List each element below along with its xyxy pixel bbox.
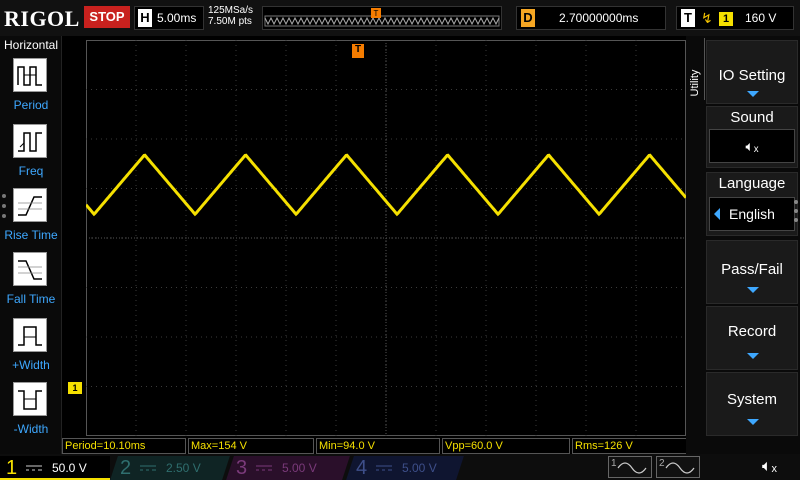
measure-fall-time-button[interactable]: Fall Time [0,252,62,316]
negative-width-icon [13,382,47,416]
channel-4-number: 4 [356,457,368,479]
waveform-display[interactable]: T 1 [68,40,700,436]
menu-pass-fail-label: Pass/Fail [721,261,783,278]
delay-letter: D [521,9,535,27]
timebase-box[interactable]: H 5.00ms [134,6,204,30]
speaker-muted-icon: 🔈︎ₓ [709,129,795,163]
channel-2-scale: 2.50 V [166,461,201,475]
menu-language-label: Language [718,175,786,192]
generator-1-number: 1 [611,458,617,469]
channel-4-scale: 5.00 V [402,461,437,475]
rising-edge-icon: ↯ [701,10,713,26]
measure-period-label: Period [13,98,49,112]
measurement-max[interactable]: Max=154 V [188,438,314,454]
language-value: English [709,197,795,231]
measure-rise-time-label: Rise Time [4,228,58,242]
ch1-offset-marker[interactable]: 1 [68,382,82,394]
timebase-value: 5.00ms [157,11,197,25]
run-stop-indicator[interactable]: STOP [84,6,130,28]
memory-depth: 7.50M pts [208,16,252,27]
freq-icon [13,124,47,158]
menu-io-setting-label: IO Setting [718,67,786,84]
trigger-position-marker[interactable]: T [352,44,364,58]
dc-coupling-icon [26,465,42,471]
menu-language[interactable]: Language English [706,172,798,236]
dc-coupling-icon [140,465,156,471]
period-icon [13,58,47,92]
trigger-box[interactable]: T ↯ 1 160 V [676,6,794,30]
memory-overview[interactable]: T [262,6,502,30]
delay-box[interactable]: D 2.70000000ms [516,6,666,30]
channel-3-status[interactable]: 3 5.00 V [226,456,350,480]
generator-2-number: 2 [659,458,665,469]
channel-3-number: 3 [236,457,248,479]
measurement-results-bar: Period=10.10ms Max=154 V Min=94.0 V Vpp=… [62,438,700,454]
trigger-letter: T [681,9,695,27]
measure-negative-width-button[interactable]: -Width [0,382,62,446]
acquisition-info: 125MSa/s 7.50M pts [208,5,253,27]
measurement-vpp[interactable]: Vpp=60.0 V [442,438,570,454]
top-status-bar: RIGOL STOP H 5.00ms 125MSa/s 7.50M pts T… [0,0,800,36]
channel-2-number: 2 [120,457,132,479]
graticule [86,40,686,436]
chevron-down-icon [747,91,759,97]
measure-positive-width-label: +Width [12,358,50,372]
measurement-min[interactable]: Min=94.0 V [316,438,440,454]
dc-coupling-icon [256,465,272,471]
measure-freq-button[interactable]: Freq [0,124,62,188]
timebase-letter: H [138,9,152,27]
sine-wave-icon [617,462,647,474]
channel-2-status[interactable]: 2 2.50 V [110,456,230,480]
memory-overview-wave: T [264,8,500,27]
delay-value: 2.70000000ms [559,11,639,25]
measure-period-button[interactable]: Period [0,58,62,122]
measurement-rms[interactable]: Rms=126 V [572,438,698,454]
overview-trigger-label: T [374,9,379,18]
menu-record-label: Record [727,323,777,340]
chevron-down-icon [747,287,759,293]
menu-sound-label: Sound [730,109,774,126]
measure-freq-label: Freq [18,164,44,178]
menu-sound[interactable]: Sound 🔈︎ₓ [706,106,798,168]
trigger-level: 160 V [745,11,777,25]
channel-1-status[interactable]: 1 50.0 V [0,456,110,480]
fall-time-icon [13,252,47,286]
menu-system-label: System [726,391,777,408]
positive-width-icon [13,318,47,352]
sine-wave-icon [665,462,695,474]
menu-record[interactable]: Record [706,306,798,370]
trigger-channel: 1 [719,12,733,26]
chevron-left-icon [714,208,720,220]
channel-3-scale: 5.00 V [282,461,317,475]
channel-1-number: 1 [6,457,18,479]
measurement-period[interactable]: Period=10.10ms [62,438,186,454]
speaker-muted-icon[interactable]: 🔈︎ₓ [762,458,786,476]
channel-status-bar: 1 50.0 V 2 2.50 V 3 5.00 V 4 5.00 V 1 2 … [0,454,800,480]
dc-coupling-icon [376,465,392,471]
panel-title: Horizontal [3,38,59,52]
measure-positive-width-button[interactable]: +Width [0,318,62,382]
menu-system[interactable]: System [706,372,798,436]
utility-menu-panel: Utility IO Setting Sound 🔈︎ₓ Language En… [686,36,800,454]
rise-time-icon [13,188,47,222]
chevron-down-icon [747,419,759,425]
generator-1-button[interactable]: 1 [608,456,652,478]
sample-rate: 125MSa/s [208,5,254,16]
measure-rise-time-button[interactable]: Rise Time [0,188,62,252]
menu-io-setting[interactable]: IO Setting [706,40,798,104]
channel-4-status[interactable]: 4 5.00 V [346,456,464,480]
chevron-down-icon [747,353,759,359]
page-indicator [794,200,800,224]
menu-pass-fail[interactable]: Pass/Fail [706,240,798,304]
brand-logo: RIGOL [4,6,80,31]
measure-negative-width-label: -Width [13,422,49,436]
generator-2-button[interactable]: 2 [656,456,700,478]
channel-1-scale: 50.0 V [52,461,87,475]
horizontal-measure-panel: Horizontal Period Freq Rise Time Fall Ti… [0,36,62,454]
measure-fall-time-label: Fall Time [6,292,56,306]
